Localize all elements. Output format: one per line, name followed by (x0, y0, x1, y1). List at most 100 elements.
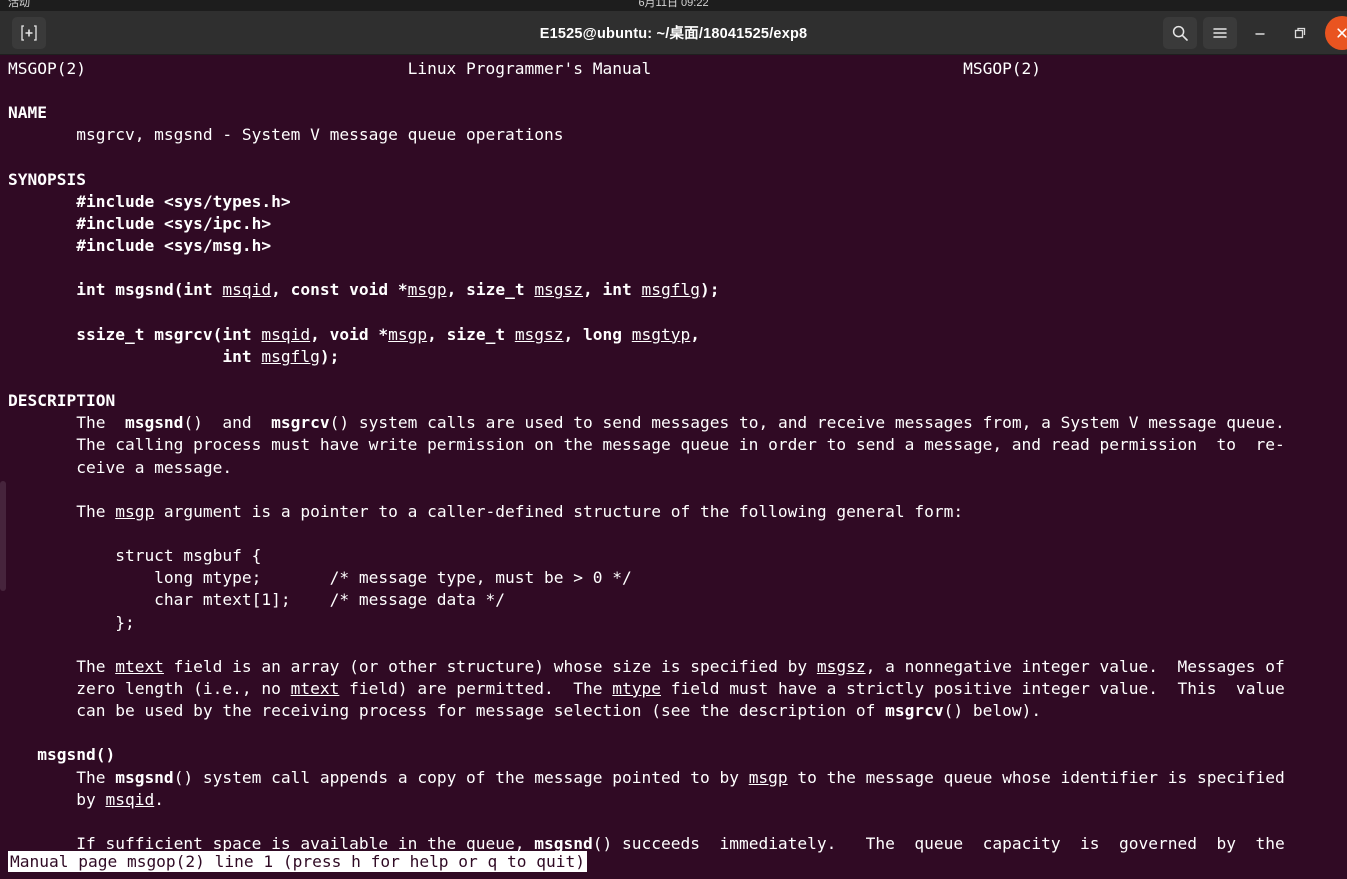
man-text: () and (183, 413, 272, 433)
man-text: () system calls are used to send message… (329, 413, 1285, 433)
man-line: can be used by the receiving process for… (0, 700, 1285, 722)
man-arg: msgsz (514, 324, 564, 344)
man-text (8, 192, 76, 211)
man-arg: msgtyp (631, 324, 691, 344)
man-text: , a nonnegative integer value. Messages … (865, 656, 1285, 676)
man-arg: msqid (261, 324, 311, 344)
man-line: long mtype; /* message type, must be > 0… (0, 567, 1285, 589)
man-line: struct msgbuf { (0, 545, 1285, 567)
man-bold: , long (563, 324, 632, 344)
man-bold: DESCRIPTION (8, 391, 116, 411)
man-bold: NAME (8, 103, 47, 123)
man-bold: ssize_t msgrcv(int (76, 324, 262, 344)
man-line: #include <sys/types.h> (0, 191, 1285, 213)
man-text: struct msgbuf { (8, 546, 262, 566)
man-text: The (8, 501, 116, 521)
man-text: can be used by the receiving process for… (8, 701, 886, 721)
man-bold: , size_t (427, 324, 515, 344)
man-arg: msgp (748, 767, 788, 787)
man-arg: mtext (115, 656, 164, 676)
man-arg: msqid (222, 280, 272, 300)
titlebar-right-group (1163, 11, 1347, 54)
man-text (8, 745, 37, 764)
man-text: The (8, 413, 125, 433)
man-line: int msgsnd(int msqid, const void *msgp, … (0, 279, 1285, 301)
man-text: }; (8, 612, 135, 632)
maximize-button[interactable] (1283, 16, 1317, 50)
man-arg: mtext (290, 678, 340, 698)
man-text (8, 325, 76, 344)
man-line: }; (0, 612, 1285, 634)
man-text: by (8, 789, 106, 809)
man-line: msgrcv, msgsnd - System V message queue … (0, 124, 1285, 146)
man-line: DESCRIPTION (0, 390, 1285, 412)
man-bold: msgrcv (885, 701, 944, 721)
gnome-clock[interactable]: 6月11日 09:22 (0, 0, 1347, 11)
man-text: () succeeds immediately. The queue capac… (592, 833, 1285, 853)
maximize-icon (1294, 27, 1306, 38)
man-line (0, 523, 1285, 545)
man-text: char mtext[1]; /* message data */ (8, 590, 506, 610)
man-arg: msgp (115, 501, 155, 521)
menu-button[interactable] (1203, 16, 1237, 49)
close-icon (1337, 27, 1347, 38)
man-text: msgrcv, msgsnd - System V message queue … (8, 125, 564, 145)
man-bold: ); (700, 280, 720, 300)
window-title: E1525@ubuntu: ~/桌面/18041525/exp8 (539, 26, 808, 42)
man-text: field is an array (or other structure) w… (163, 656, 817, 676)
man-line (0, 80, 1285, 102)
man-arg: msqid (105, 789, 155, 809)
man-line: The msgp argument is a pointer to a call… (0, 501, 1285, 523)
man-line: msgsnd() (0, 744, 1285, 766)
man-bold: msgsnd (124, 413, 184, 433)
man-text: ceive a message. (8, 457, 233, 477)
close-button[interactable] (1325, 15, 1347, 50)
man-line: The calling process must have write perm… (0, 434, 1285, 456)
terminal-view[interactable]: MSGOP(2) Linux Programmer's Manual MSGOP… (0, 56, 1347, 879)
man-line (0, 811, 1285, 833)
man-bold: msgsnd() (37, 745, 116, 765)
man-line: The msgsnd() system call appends a copy … (0, 767, 1285, 789)
window-titlebar: E1525@ubuntu: ~/桌面/18041525/exp8 (0, 11, 1347, 55)
man-arg: msgsz (534, 280, 584, 300)
new-tab-button[interactable] (12, 16, 46, 49)
hamburger-menu-icon (1213, 27, 1227, 38)
man-text: The (8, 656, 116, 676)
man-arg: msgflg (641, 280, 701, 300)
man-text: long mtype; /* message type, must be > 0… (8, 568, 632, 588)
man-bold: int msgsnd(int (76, 280, 223, 300)
search-button[interactable] (1163, 16, 1197, 49)
screen: 活动 6月11日 09:22 E1525@ubuntu: ~/桌面/180415… (0, 0, 1347, 879)
man-text: . (154, 789, 164, 809)
man-bold: , int (583, 280, 642, 300)
man-bold: ); (319, 346, 340, 366)
minimize-button[interactable] (1243, 16, 1277, 50)
man-line (0, 147, 1285, 169)
man-line (0, 302, 1285, 324)
man-bold: , (690, 324, 701, 344)
man-bold: SYNOPSIS (8, 169, 86, 189)
man-line: #include <sys/msg.h> (0, 235, 1285, 257)
man-line: MSGOP(2) Linux Programmer's Manual MSGOP… (0, 58, 1285, 80)
man-arg: msgsz (816, 656, 866, 676)
man-line: The msgsnd() and msgrcv() system calls a… (0, 412, 1285, 434)
man-text (8, 236, 76, 255)
man-line (0, 257, 1285, 279)
man-text: MSGOP(2) (8, 59, 86, 78)
man-bold: #include <sys/ipc.h> (76, 213, 272, 233)
minimize-icon (1255, 32, 1265, 35)
man-text: zero length (i.e., no (8, 678, 291, 698)
man-text: to the message queue whose identifier is… (787, 767, 1285, 787)
man-bold: , size_t (446, 280, 535, 300)
new-tab-icon (21, 24, 37, 41)
man-text (8, 214, 76, 233)
man-text: () below). (943, 701, 1042, 721)
man-arg: msgp (407, 280, 447, 300)
man-bold: , void * (310, 324, 389, 344)
man-bold: int (222, 346, 262, 366)
man-bold: msgrcv (271, 413, 330, 433)
man-text: The calling process must have write perm… (8, 435, 1285, 455)
man-line (0, 479, 1285, 501)
man-text: field) are permitted. The (339, 678, 613, 698)
man-page-content: MSGOP(2) Linux Programmer's Manual MSGOP… (0, 58, 1285, 855)
